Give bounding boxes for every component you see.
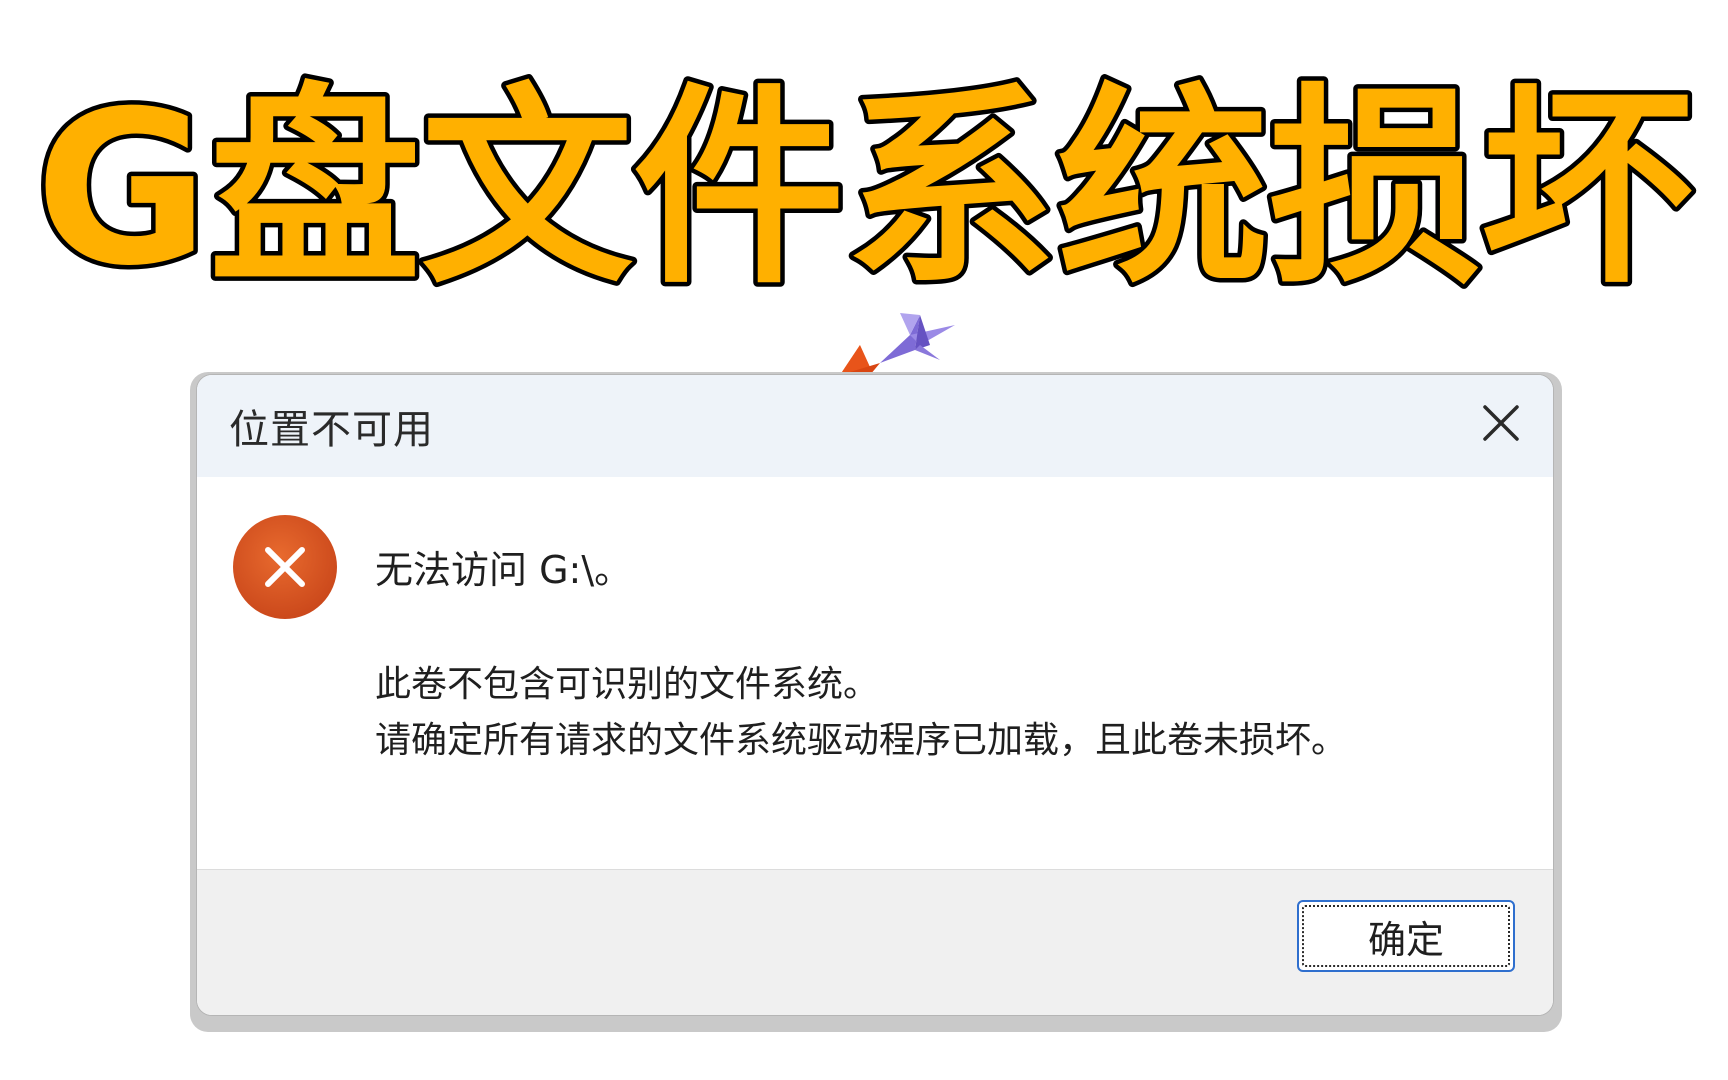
dialog-footer: 确定 [197, 869, 1553, 1015]
main-instruction: 无法访问 G:\。 [375, 548, 633, 592]
purple-paper-crane-icon [880, 313, 955, 363]
ok-button[interactable]: 确定 [1297, 900, 1515, 972]
headline-banner: G盘文件系统损坏 [0, 40, 1728, 317]
thumbnail-canvas: G盘文件系统损坏 位置不可用 无法访问 G:\。 此卷不包含可识别的文件系统。 … [0, 0, 1728, 1080]
close-icon [1483, 405, 1519, 441]
dialog-titlebar: 位置不可用 [197, 375, 1553, 477]
error-circle-icon [231, 513, 339, 621]
dialog-content: 无法访问 G:\。 此卷不包含可识别的文件系统。 请确定所有请求的文件系统驱动程… [197, 477, 1553, 869]
ok-button-label: 确定 [1367, 917, 1444, 962]
headline-text: G盘文件系统损坏 [35, 65, 1693, 300]
content-line: 请确定所有请求的文件系统驱动程序已加载，且此卷未损坏。 [375, 720, 1348, 761]
close-button[interactable] [1471, 393, 1531, 453]
content-line: 此卷不包含可识别的文件系统。 [375, 664, 880, 705]
dialog-title: 位置不可用 [229, 407, 434, 453]
error-dialog: 位置不可用 无法访问 G:\。 此卷不包含可识别的文件系统。 请确定所有请求的文… [196, 374, 1554, 1016]
